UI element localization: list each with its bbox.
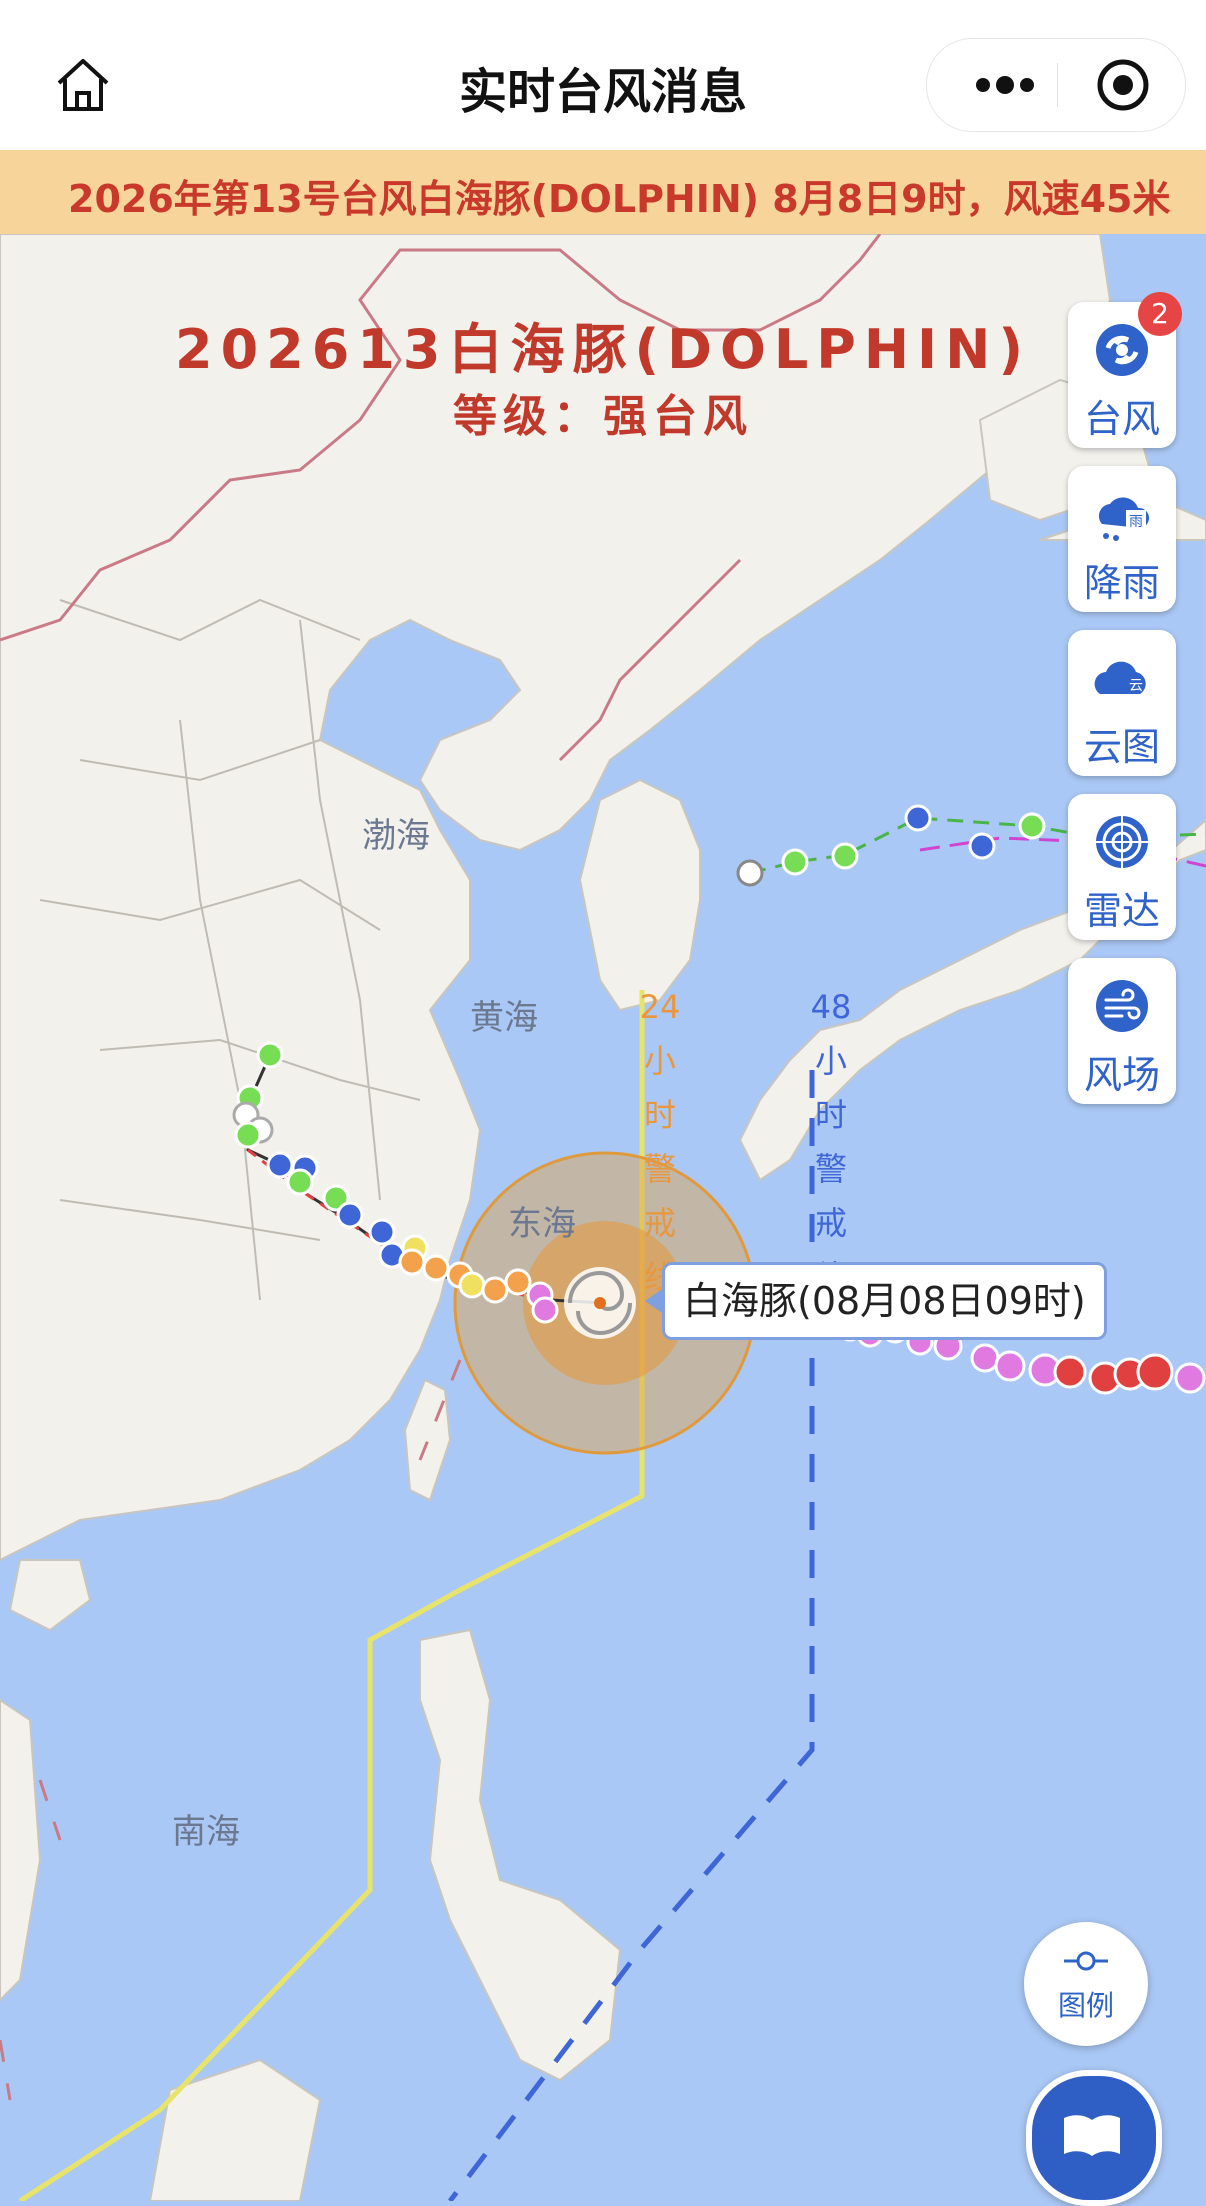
legend-button[interactable]: 图例: [1024, 1922, 1148, 2046]
nav-bar: 实时台风消息: [0, 0, 1206, 150]
side-button-wind[interactable]: 风场: [1068, 958, 1176, 1104]
ticker-text: 2026年第13号台风白海豚(DOLPHIN) 8月8日9时，风速45米: [68, 177, 1171, 221]
sea-label-huanghai: 黄海: [470, 998, 538, 1038]
mini-program-capsule: [926, 38, 1186, 132]
capsule-divider: [1057, 63, 1058, 107]
warning-label-48h: 48 小 时 警 戒 线: [803, 980, 859, 1304]
svg-text:云: 云: [1129, 678, 1143, 694]
radar-icon: [1096, 816, 1148, 868]
side-label-radar: 雷达: [1083, 889, 1160, 933]
more-dots-icon: [976, 76, 1034, 94]
typhoon-count-badge: 2: [1138, 292, 1182, 336]
warning-48h-char-2: 时: [814, 1096, 847, 1134]
warning-label-24h: 24 小 时 警 戒 线: [632, 980, 688, 1304]
sea-label-bohai: 渤海: [362, 816, 430, 856]
warning-48h-char-1: 小: [814, 1042, 847, 1080]
warning-24h-char-1: 小: [643, 1042, 676, 1080]
side-button-cloud[interactable]: 云 云图: [1068, 630, 1176, 776]
book-button[interactable]: [1026, 2070, 1162, 2206]
storm-level: 等级：强台风: [453, 391, 753, 442]
close-button[interactable]: [1073, 39, 1173, 131]
wind-icon: [1096, 980, 1148, 1032]
storm-name-title: 202613白海豚(DOLPHIN): [175, 318, 1031, 381]
news-ticker[interactable]: 2026年第13号台风白海豚(DOLPHIN) 8月8日9时，风速45米: [0, 150, 1206, 234]
side-label-rain: 降雨: [1083, 561, 1160, 605]
rain-cloud-icon: 雨: [1098, 497, 1150, 541]
typhoon-center-icon[interactable]: [564, 1267, 636, 1339]
side-label-wind: 风场: [1083, 1053, 1160, 1097]
side-label-typhoon: 台风: [1083, 397, 1160, 441]
side-button-radar[interactable]: 雷达: [1068, 794, 1176, 940]
side-label-cloud: 云图: [1083, 725, 1160, 769]
warning-24h-hours: 24: [639, 988, 681, 1026]
sea-label-nanhai: 南海: [172, 1812, 240, 1852]
legend-slider-icon: [1064, 1951, 1108, 1971]
side-button-rain[interactable]: 雨 降雨: [1068, 466, 1176, 612]
warning-48h-char-4: 戒: [814, 1204, 847, 1242]
warning-48h-char-3: 警: [814, 1150, 847, 1188]
svg-text:雨: 雨: [1129, 514, 1143, 530]
side-button-typhoon[interactable]: 台风 2: [1068, 292, 1182, 448]
cloud-icon: 云: [1094, 661, 1146, 694]
sea-label-donghai: 东海: [508, 1204, 576, 1244]
more-button[interactable]: [955, 39, 1055, 131]
storm-position-label[interactable]: 白海豚(08月08日09时): [645, 1262, 1107, 1340]
book-icon: [1064, 2115, 1120, 2156]
warning-24h-char-2: 时: [643, 1096, 676, 1134]
typhoon-map[interactable]: [0, 234, 1206, 2201]
warning-24h-char-3: 警: [643, 1150, 676, 1188]
target-close-icon: [1097, 59, 1149, 111]
legend-label: 图例: [1057, 1989, 1114, 2022]
warning-48h-hours: 48: [810, 988, 852, 1026]
warning-24h-char-4: 戒: [643, 1204, 676, 1242]
